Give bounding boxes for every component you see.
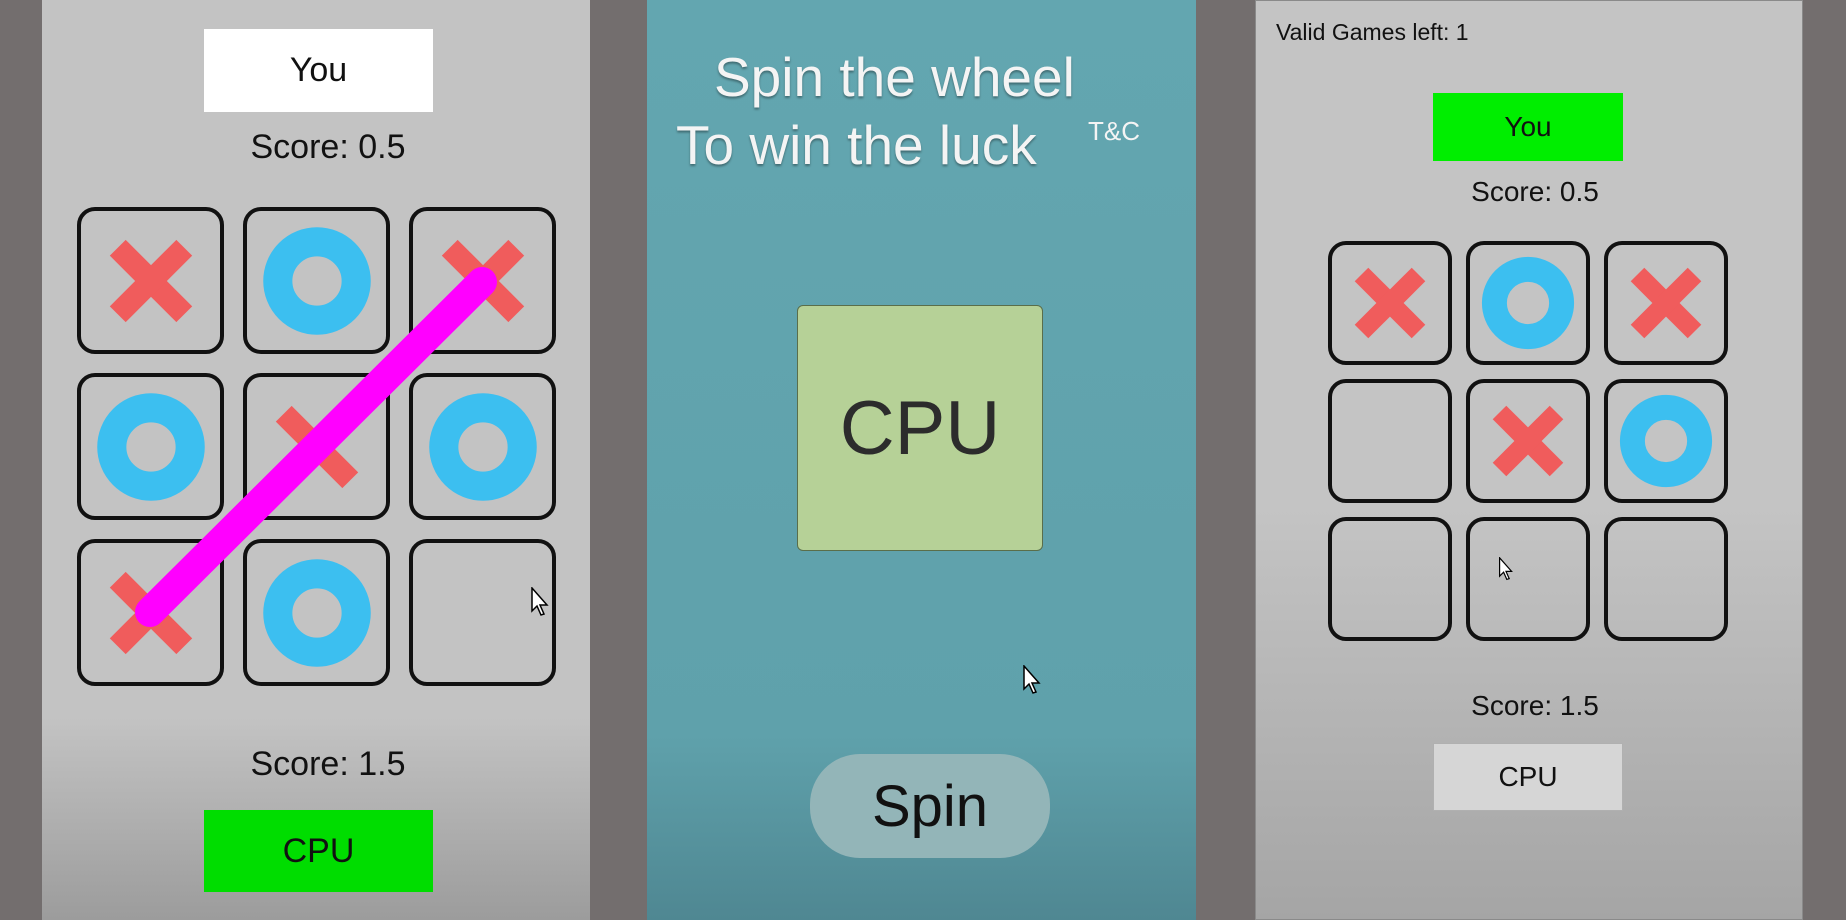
player-label-text: You bbox=[1504, 111, 1552, 142]
x-mark-icon bbox=[1354, 267, 1426, 339]
cpu-label: CPU bbox=[204, 810, 433, 892]
right-game-screen: Valid Games left: 1 You Score: 0.5 Score… bbox=[1255, 0, 1803, 920]
player-label: You bbox=[1433, 93, 1623, 161]
spin-wheel-screen: Spin the wheel To win the luck T&C CPU S… bbox=[647, 0, 1196, 920]
wheel-result-box: CPU bbox=[797, 305, 1043, 551]
terms-link[interactable]: T&C bbox=[1088, 116, 1140, 147]
mouse-pointer-icon bbox=[1499, 557, 1513, 581]
games-left-text: Valid Games left: 1 bbox=[1276, 19, 1469, 45]
wheel-result-text: CPU bbox=[839, 385, 1001, 471]
spin-button-label: Spin bbox=[871, 773, 989, 839]
player-score: Score: 0.5 bbox=[1471, 176, 1599, 207]
cpu-score: Score: 1.5 bbox=[250, 745, 406, 783]
board-cell-5[interactable] bbox=[1604, 379, 1728, 503]
board-cell-7[interactable] bbox=[1466, 517, 1590, 641]
cpu-label: CPU bbox=[1433, 743, 1623, 811]
board-cell-2[interactable] bbox=[1604, 241, 1728, 365]
o-mark-icon bbox=[1619, 394, 1713, 488]
mouse-pointer-icon bbox=[1023, 665, 1041, 694]
left-game-screen: You Score: 0.5 Score: 1.5 CPU bbox=[42, 0, 590, 920]
x-mark-icon bbox=[1630, 267, 1702, 339]
win-line-stroke bbox=[135, 267, 497, 627]
o-mark-icon bbox=[1481, 256, 1575, 350]
board-cell-6[interactable] bbox=[1328, 517, 1452, 641]
game-board bbox=[1328, 241, 1728, 641]
board-cell-3[interactable] bbox=[1328, 379, 1452, 503]
board-cell-4[interactable] bbox=[1466, 379, 1590, 503]
spin-button[interactable]: Spin bbox=[810, 754, 1050, 858]
mouse-pointer-icon bbox=[531, 587, 549, 616]
board-cell-1[interactable] bbox=[1466, 241, 1590, 365]
title-line-2: To win the luck bbox=[676, 114, 1037, 176]
board-cell-0[interactable] bbox=[1328, 241, 1452, 365]
cpu-score: Score: 1.5 bbox=[1471, 690, 1599, 721]
cpu-label-text: CPU bbox=[282, 831, 355, 870]
x-mark-icon bbox=[1492, 405, 1564, 477]
cpu-label-text: CPU bbox=[1498, 761, 1558, 792]
title-line-1: Spin the wheel bbox=[714, 46, 1075, 108]
board-cell-8[interactable] bbox=[1604, 517, 1728, 641]
